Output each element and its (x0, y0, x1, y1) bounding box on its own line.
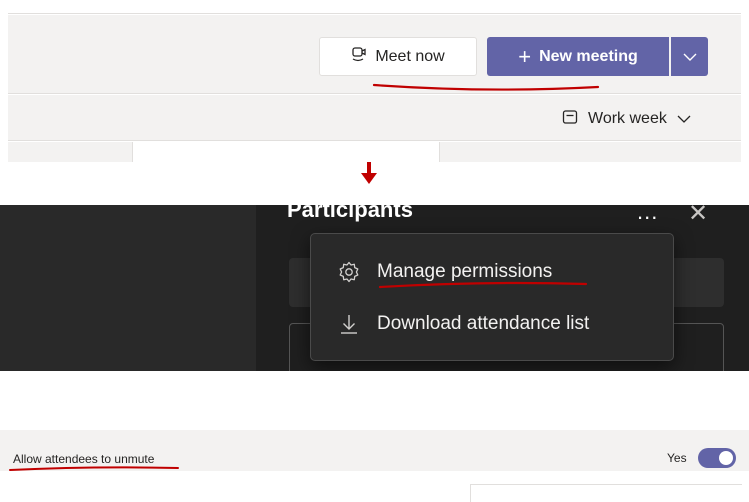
menu-item-label: Download attendance list (377, 313, 590, 334)
menu-item-download-attendance[interactable]: Download attendance list (311, 303, 675, 345)
participants-title: Participants (287, 205, 413, 222)
allow-unmute-toggle[interactable] (698, 448, 736, 468)
meet-now-label: Meet now (375, 47, 445, 65)
toggle-state-label: Yes (667, 451, 687, 465)
annotation-underline (9, 466, 179, 471)
calendar-view-icon (562, 109, 578, 130)
toggle-knob (719, 451, 733, 465)
download-icon (329, 312, 369, 336)
new-meeting-button[interactable]: + New meeting (487, 37, 669, 76)
new-meeting-dropdown-button[interactable] (671, 37, 708, 76)
more-options-button[interactable]: ... (637, 205, 658, 225)
calendar-day-column (132, 142, 440, 162)
close-icon[interactable]: ✕ (688, 205, 708, 228)
annotation-underline (372, 83, 600, 91)
video-camera-icon (351, 45, 367, 68)
participants-panel: Participants ... ✕ Manage permissions Do (0, 205, 749, 371)
view-switcher-label: Work week (588, 110, 667, 127)
chevron-down-icon (683, 48, 697, 66)
plus-icon: + (518, 43, 532, 69)
top-strip (8, 0, 741, 14)
meet-now-button[interactable]: Meet now (319, 37, 477, 76)
arrow-down-icon (361, 162, 377, 184)
meeting-options-panel: Allow attendees to unmute Yes (0, 371, 749, 502)
gear-icon (329, 260, 369, 284)
more-options-menu: Manage permissions Download attendance l… (310, 233, 674, 361)
options-card (470, 484, 742, 502)
annotation-underline (378, 281, 588, 289)
new-meeting-label: New meeting (539, 47, 638, 65)
chevron-down-icon (677, 110, 691, 128)
view-switcher[interactable]: Work week (562, 106, 691, 132)
